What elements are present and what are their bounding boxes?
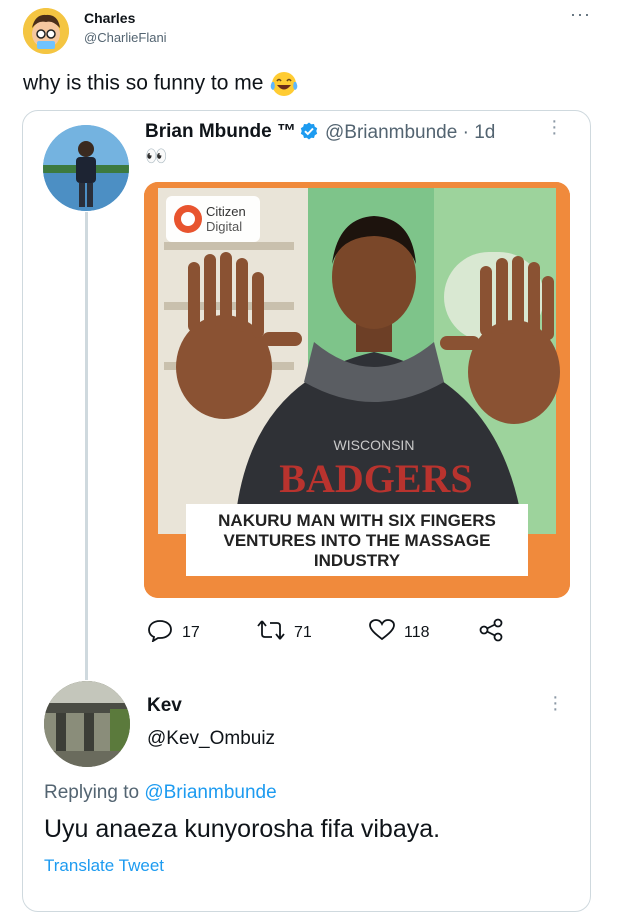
- heart-icon: [368, 618, 404, 647]
- translate-tweet-link[interactable]: Translate Tweet: [44, 856, 164, 876]
- quoted-media-image[interactable]: WISCONSIN BADGERS Citizen Digital NAKURU…: [144, 182, 570, 598]
- reply-author-handle[interactable]: @Kev_Ombuiz: [147, 728, 275, 750]
- reply-author-avatar[interactable]: [44, 681, 130, 767]
- shirt-text: BADGERS: [279, 456, 472, 501]
- replying-to-link[interactable]: @Brianmbunde: [144, 782, 276, 803]
- reply-author-name[interactable]: Kev: [147, 695, 182, 717]
- quoted-author-avatar[interactable]: [43, 125, 129, 211]
- share-button[interactable]: [478, 618, 512, 647]
- thread-line: [85, 212, 88, 680]
- reply-text: Uyu anaeza kunyorosha fifa vibaya.: [44, 815, 441, 843]
- author-avatar[interactable]: [23, 8, 69, 54]
- citizen-digital-logo: Citizen Digital: [166, 196, 260, 242]
- eyes-emoji-icon: 👀: [145, 146, 169, 166]
- like-count: 118: [404, 623, 430, 641]
- caption-line-3: INDUSTRY: [314, 551, 401, 570]
- tweet-text-content: why is this so funny to me: [23, 71, 264, 95]
- caption-line-2: VENTURES INTO THE MASSAGE: [224, 531, 491, 550]
- retweet-count: 71: [294, 623, 312, 641]
- share-icon: [478, 618, 512, 647]
- tweet-text: why is this so funny to me: [23, 70, 299, 98]
- verified-badge-icon: [300, 122, 318, 140]
- retweet-button[interactable]: 71: [256, 618, 312, 647]
- logo-line2: Digital: [206, 219, 242, 234]
- tears-of-joy-emoji-icon: [269, 70, 299, 98]
- reply-count: 17: [182, 623, 200, 641]
- quoted-author-name-text: Brian Mbunde ™: [145, 121, 296, 142]
- retweet-icon: [256, 618, 294, 647]
- quoted-more-options-icon[interactable]: · · ·: [551, 111, 558, 143]
- reply-button[interactable]: 17: [146, 618, 200, 647]
- replying-to-line: Replying to @Brianmbunde: [44, 782, 277, 804]
- reply-more-options-icon[interactable]: · · ·: [552, 687, 559, 719]
- quoted-handle-time[interactable]: @Brianmbunde · 1d: [325, 122, 495, 144]
- author-name[interactable]: Charles: [84, 10, 135, 26]
- replying-to-prefix: Replying to: [44, 782, 140, 803]
- author-handle[interactable]: @CharlieFlani: [84, 30, 167, 45]
- shirt-text-top: WISCONSIN: [334, 437, 415, 453]
- logo-line1: Citizen: [206, 204, 246, 219]
- like-button[interactable]: 118: [368, 618, 430, 647]
- caption-line-1: NAKURU MAN WITH SIX FINGERS: [218, 511, 496, 530]
- quoted-author-name[interactable]: Brian Mbunde ™: [145, 121, 318, 143]
- more-options-icon[interactable]: ···: [570, 4, 591, 25]
- reply-icon: [146, 618, 182, 647]
